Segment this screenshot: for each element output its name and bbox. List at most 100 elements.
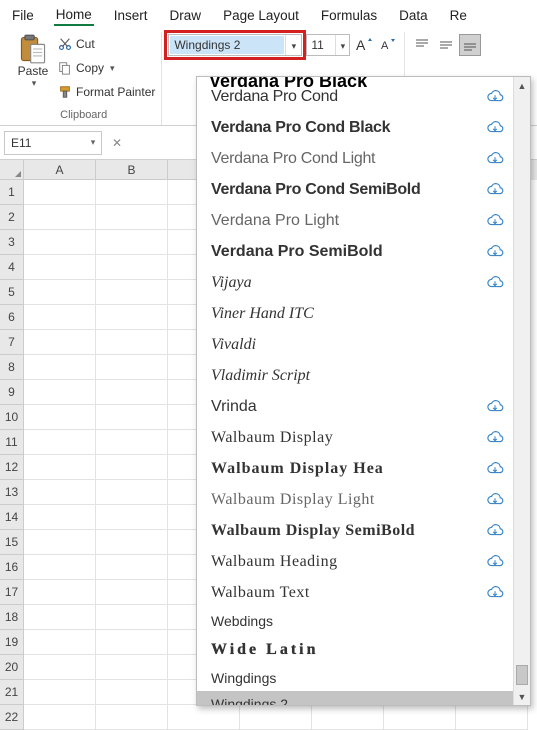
cell[interactable]: [24, 455, 96, 480]
cell[interactable]: [24, 705, 96, 730]
row-header[interactable]: 6: [0, 305, 24, 330]
cell[interactable]: [240, 705, 312, 730]
tab-re[interactable]: Re: [448, 6, 469, 25]
font-item[interactable]: Vijaya: [197, 267, 513, 298]
cell[interactable]: [96, 555, 168, 580]
cell[interactable]: [24, 180, 96, 205]
cancel-icon[interactable]: ✕: [112, 136, 122, 150]
row-header[interactable]: 1: [0, 180, 24, 205]
row-header[interactable]: 4: [0, 255, 24, 280]
font-item[interactable]: Vivaldi: [197, 329, 513, 360]
font-item[interactable]: Walbaum Display: [197, 422, 513, 453]
cell[interactable]: [24, 680, 96, 705]
font-item[interactable]: Webdings: [197, 608, 513, 634]
row-header[interactable]: 9: [0, 380, 24, 405]
cell[interactable]: [384, 705, 456, 730]
tab-page-layout[interactable]: Page Layout: [221, 6, 301, 25]
cell[interactable]: [96, 655, 168, 680]
cell[interactable]: [96, 530, 168, 555]
font-name-field[interactable]: Wingdings 2 ▾: [168, 34, 302, 56]
font-item[interactable]: Walbaum Text: [197, 577, 513, 608]
cell[interactable]: [24, 430, 96, 455]
cell[interactable]: [96, 305, 168, 330]
font-item[interactable]: Walbaum Display SemiBold: [197, 515, 513, 546]
cell[interactable]: [96, 630, 168, 655]
row-header[interactable]: 20: [0, 655, 24, 680]
font-item[interactable]: Verdana Pro Cond SemiBold: [197, 174, 513, 205]
align-middle-button[interactable]: [435, 34, 457, 56]
cell[interactable]: [96, 480, 168, 505]
row-header[interactable]: 21: [0, 680, 24, 705]
cell[interactable]: [24, 330, 96, 355]
cell[interactable]: [24, 480, 96, 505]
row-header[interactable]: 14: [0, 505, 24, 530]
cell[interactable]: [24, 405, 96, 430]
font-item[interactable]: Verdana Pro SemiBold: [197, 236, 513, 267]
font-item[interactable]: Verdana Pro Light: [197, 205, 513, 236]
grow-font-button[interactable]: A: [354, 34, 374, 56]
row-header[interactable]: 10: [0, 405, 24, 430]
row-header[interactable]: 8: [0, 355, 24, 380]
tab-formulas[interactable]: Formulas: [319, 6, 379, 25]
tab-home[interactable]: Home: [54, 5, 94, 26]
scroll-thumb[interactable]: [516, 665, 528, 685]
cell[interactable]: [24, 655, 96, 680]
cell[interactable]: [24, 355, 96, 380]
copy-button[interactable]: Copy ▾: [58, 58, 115, 78]
paste-button[interactable]: Paste ▾: [12, 32, 54, 89]
row-header[interactable]: 16: [0, 555, 24, 580]
row-header[interactable]: 5: [0, 280, 24, 305]
cell[interactable]: [24, 255, 96, 280]
row-header[interactable]: 22: [0, 705, 24, 730]
cell[interactable]: [24, 605, 96, 630]
font-item[interactable]: Vladimir Script: [197, 360, 513, 391]
font-item[interactable]: Walbaum Heading: [197, 546, 513, 577]
cell[interactable]: [24, 630, 96, 655]
row-header[interactable]: 13: [0, 480, 24, 505]
cell[interactable]: [456, 705, 528, 730]
cell[interactable]: [24, 230, 96, 255]
cell[interactable]: [24, 580, 96, 605]
chevron-down-icon[interactable]: ▾: [85, 137, 101, 148]
cell[interactable]: [24, 205, 96, 230]
cell[interactable]: [96, 430, 168, 455]
cell[interactable]: [96, 380, 168, 405]
font-item[interactable]: Wingdings: [197, 665, 513, 691]
cell[interactable]: [96, 280, 168, 305]
row-header[interactable]: 2: [0, 205, 24, 230]
cell[interactable]: [24, 505, 96, 530]
row-header[interactable]: 7: [0, 330, 24, 355]
cell[interactable]: [96, 230, 168, 255]
font-item[interactable]: Verdana Pro Cond Light: [197, 143, 513, 174]
cell[interactable]: [96, 405, 168, 430]
row-header[interactable]: 11: [0, 430, 24, 455]
cell[interactable]: [312, 705, 384, 730]
cell[interactable]: [24, 530, 96, 555]
chevron-down-icon[interactable]: ▾: [285, 35, 301, 55]
cell[interactable]: [96, 255, 168, 280]
cell[interactable]: [24, 380, 96, 405]
align-bottom-button[interactable]: [459, 34, 481, 56]
cell[interactable]: [168, 705, 240, 730]
cell[interactable]: [96, 505, 168, 530]
select-all-corner[interactable]: [0, 160, 24, 180]
tab-data[interactable]: Data: [397, 6, 430, 25]
scroll-down-icon[interactable]: ▼: [514, 688, 530, 705]
row-header[interactable]: 3: [0, 230, 24, 255]
tab-insert[interactable]: Insert: [112, 6, 150, 25]
name-box[interactable]: E11 ▾: [4, 131, 102, 155]
font-size-field[interactable]: 11 ▾: [306, 34, 350, 56]
column-header[interactable]: B: [96, 160, 168, 180]
cell[interactable]: [24, 555, 96, 580]
scroll-up-icon[interactable]: ▲: [514, 77, 530, 94]
cell[interactable]: [96, 680, 168, 705]
tab-file[interactable]: File: [10, 6, 36, 25]
align-top-button[interactable]: [411, 34, 433, 56]
cell[interactable]: [96, 205, 168, 230]
font-item[interactable]: Viner Hand ITC: [197, 298, 513, 329]
shrink-font-button[interactable]: A: [378, 34, 398, 56]
cell[interactable]: [96, 580, 168, 605]
row-header[interactable]: 19: [0, 630, 24, 655]
row-header[interactable]: 17: [0, 580, 24, 605]
cell[interactable]: [96, 705, 168, 730]
